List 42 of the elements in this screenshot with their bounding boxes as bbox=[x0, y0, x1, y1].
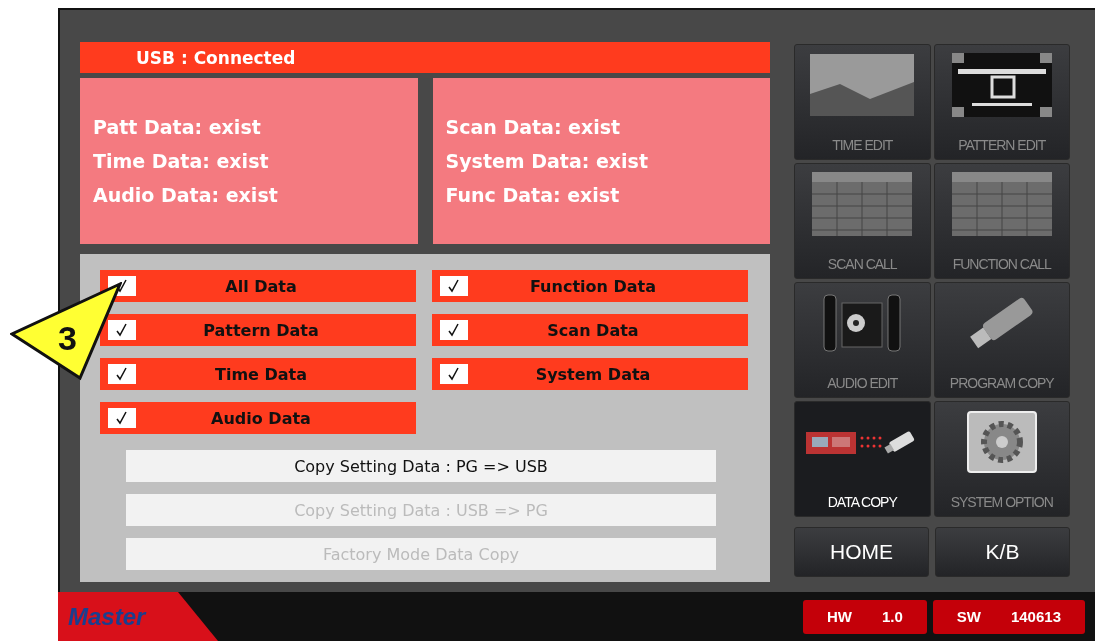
status-text: System Data: exist bbox=[445, 150, 649, 172]
option-label: Pattern Data bbox=[202, 320, 320, 340]
option-label: All Data bbox=[224, 276, 298, 296]
menu-tile-button[interactable]: FUNCTION CALL bbox=[933, 163, 1070, 279]
nav-button[interactable]: HOME bbox=[794, 527, 929, 577]
copy-button[interactable]: Copy Setting Data : PG => USB bbox=[126, 450, 716, 482]
version-badge: SW 140613 bbox=[932, 599, 1085, 634]
menu-tile-button[interactable]: SCAN CALL bbox=[794, 163, 931, 279]
gear-icon bbox=[965, 410, 1038, 474]
status-text: Func Data: exist bbox=[445, 184, 621, 206]
checkbox[interactable] bbox=[108, 320, 136, 340]
option-label: Audio Data bbox=[210, 408, 312, 428]
check-icon bbox=[448, 367, 460, 381]
checkbox[interactable] bbox=[108, 408, 136, 428]
check-icon bbox=[116, 411, 128, 425]
menu-tile-button[interactable]: PROGRAM COPY bbox=[933, 282, 1070, 398]
status-text: Patt Data: exist bbox=[93, 116, 262, 138]
status-text: Scan Data: exist bbox=[445, 116, 622, 138]
check-icon bbox=[448, 323, 460, 337]
logo: Master bbox=[58, 592, 218, 641]
checkbox[interactable] bbox=[440, 364, 468, 384]
option-label: Time Data bbox=[214, 364, 308, 384]
callout-marker: 3 bbox=[10, 282, 122, 382]
status-text: Time Data: exist bbox=[93, 150, 270, 172]
checkbox[interactable] bbox=[440, 320, 468, 340]
menu-tile-button[interactable]: PATTERN EDIT bbox=[933, 44, 1070, 160]
menu-tile-button[interactable]: DATA COPY bbox=[794, 401, 931, 517]
option-label: System Data bbox=[534, 364, 652, 384]
option-label: Function Data bbox=[529, 276, 657, 296]
menu-tile-button[interactable]: AUDIO EDIT bbox=[794, 282, 931, 398]
checkbox[interactable] bbox=[108, 364, 136, 384]
status-text: Audio Data: exist bbox=[93, 184, 279, 206]
nav-button[interactable]: K/B bbox=[935, 527, 1070, 577]
checkbox[interactable] bbox=[440, 276, 468, 296]
option-label: Scan Data bbox=[546, 320, 640, 340]
check-icon bbox=[448, 279, 460, 293]
check-icon bbox=[116, 367, 128, 381]
menu-tile-button[interactable]: SYSTEM OPTION bbox=[933, 401, 1070, 517]
usb-status-bar: USB : Connected bbox=[80, 42, 770, 73]
menu-tile-button[interactable]: TIME EDIT bbox=[794, 44, 931, 160]
check-icon bbox=[116, 323, 128, 337]
version-badge: HW 1.0 bbox=[802, 599, 927, 634]
